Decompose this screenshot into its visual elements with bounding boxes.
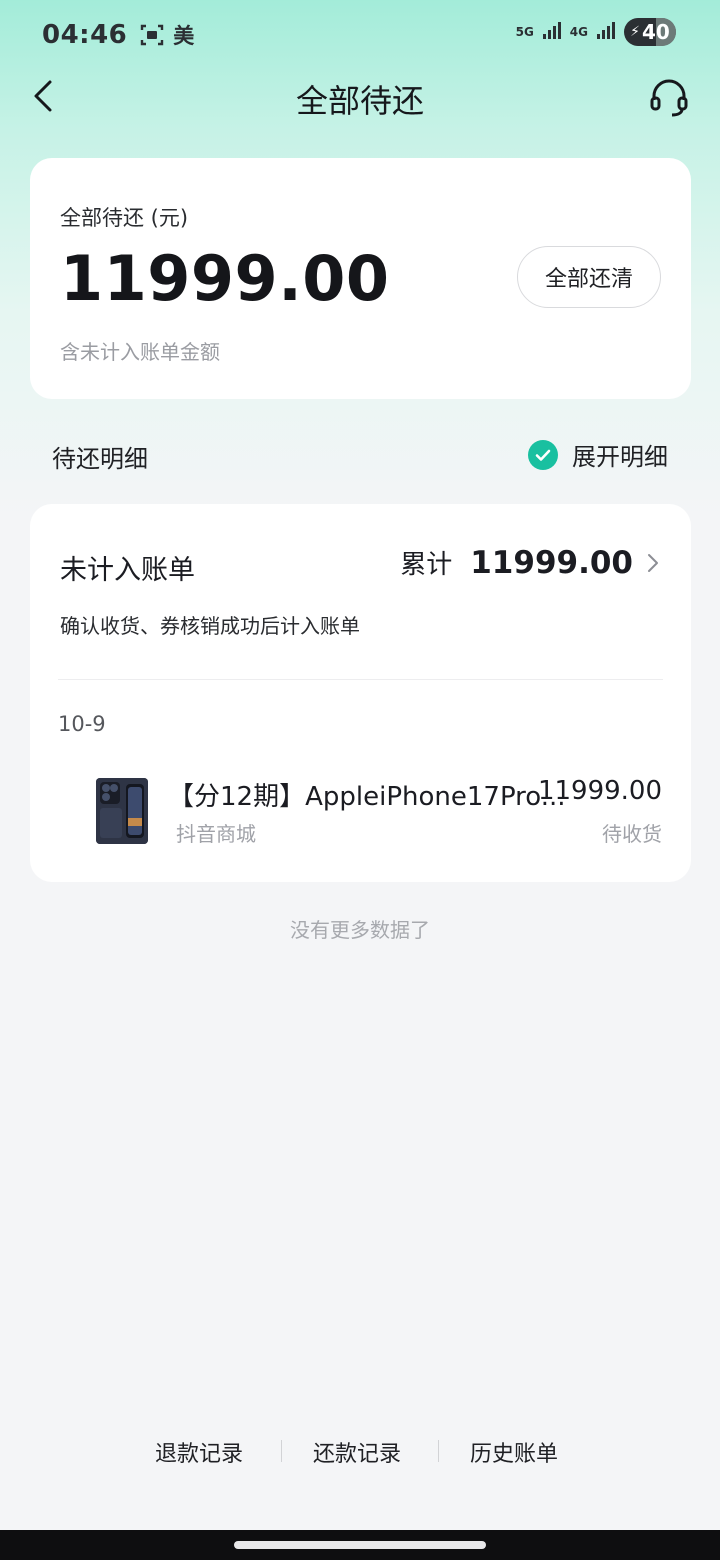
store-name: 抖音商城 [176,822,256,846]
footer-links: 退款记录 还款记录 历史账单 [0,1436,720,1468]
network-type-5g: 5G [515,25,534,39]
page-title: 全部待还 [295,82,424,120]
customer-service-button[interactable] [648,76,690,118]
chevron-right-icon [645,552,661,574]
unbilled-card: 未计入账单 累计 11999.00 确认收货、券核销成功后计入账单 10-9 【… [30,504,691,882]
network-type-4g: 4G [569,25,588,39]
history-bills-link[interactable]: 历史账单 [470,1436,558,1468]
unbilled-title: 未计入账单 [60,555,195,586]
battery-level: 40 [642,20,670,44]
order-item[interactable]: 【分12期】AppleiPhone17Pro... 11999.00 抖音商城 … [60,772,662,848]
battery-indicator: ⚡ 40 [624,18,676,46]
separator [438,1440,439,1462]
unbilled-subtitle: 确认收货、券核销成功后计入账单 [60,614,360,638]
summary-amount: 11999.00 [60,242,390,315]
product-thumbnail [96,778,148,844]
refund-records-link[interactable]: 退款记录 [155,1436,243,1468]
status-indicators: 5G 4G ⚡ 40 [516,18,676,46]
summary-label: 全部待还 (元) [60,206,189,230]
details-section-title: 待还明细 [52,445,148,473]
separator [281,1440,282,1462]
headset-icon [650,79,688,117]
charging-bolt-icon: ⚡ [630,24,640,40]
details-section-header: 待还明细 展开明细 [52,437,668,473]
signal-icon [596,21,616,43]
expand-details-toggle[interactable]: 展开明细 [528,437,668,472]
home-indicator[interactable] [234,1541,486,1549]
pay-all-button[interactable]: 全部还清 [517,246,661,308]
unbilled-total-value: 11999.00 [470,544,633,581]
screenshot-icon [139,22,165,48]
order-status: 待收货 [602,822,662,846]
product-name: 【分12期】AppleiPhone17Pro... [168,782,566,812]
summary-card: 全部待还 (元) 11999.00 含未计入账单金额 全部还清 [30,158,691,399]
product-price: 11999.00 [537,776,662,806]
divider [58,679,663,680]
summary-note: 含未计入账单金额 [60,340,220,364]
system-navigation-bar [0,1530,720,1560]
unbilled-total-label: 累计 [400,550,453,580]
status-bar: 04:46 美 5G 4G ⚡ 40 [0,0,720,70]
navigation-bar: 全部待还 [0,62,720,132]
expand-details-label: 展开明细 [572,443,668,471]
checkmark-icon [528,439,558,470]
status-app-indicator: 美 [173,24,195,48]
repayment-records-link[interactable]: 还款记录 [313,1436,401,1468]
status-time: 04:46 [42,20,128,50]
unbilled-total-link[interactable]: 累计 11999.00 [400,544,661,581]
order-date: 10-9 [58,712,106,736]
no-more-data-text: 没有更多数据了 [290,918,430,942]
signal-icon [542,21,562,43]
